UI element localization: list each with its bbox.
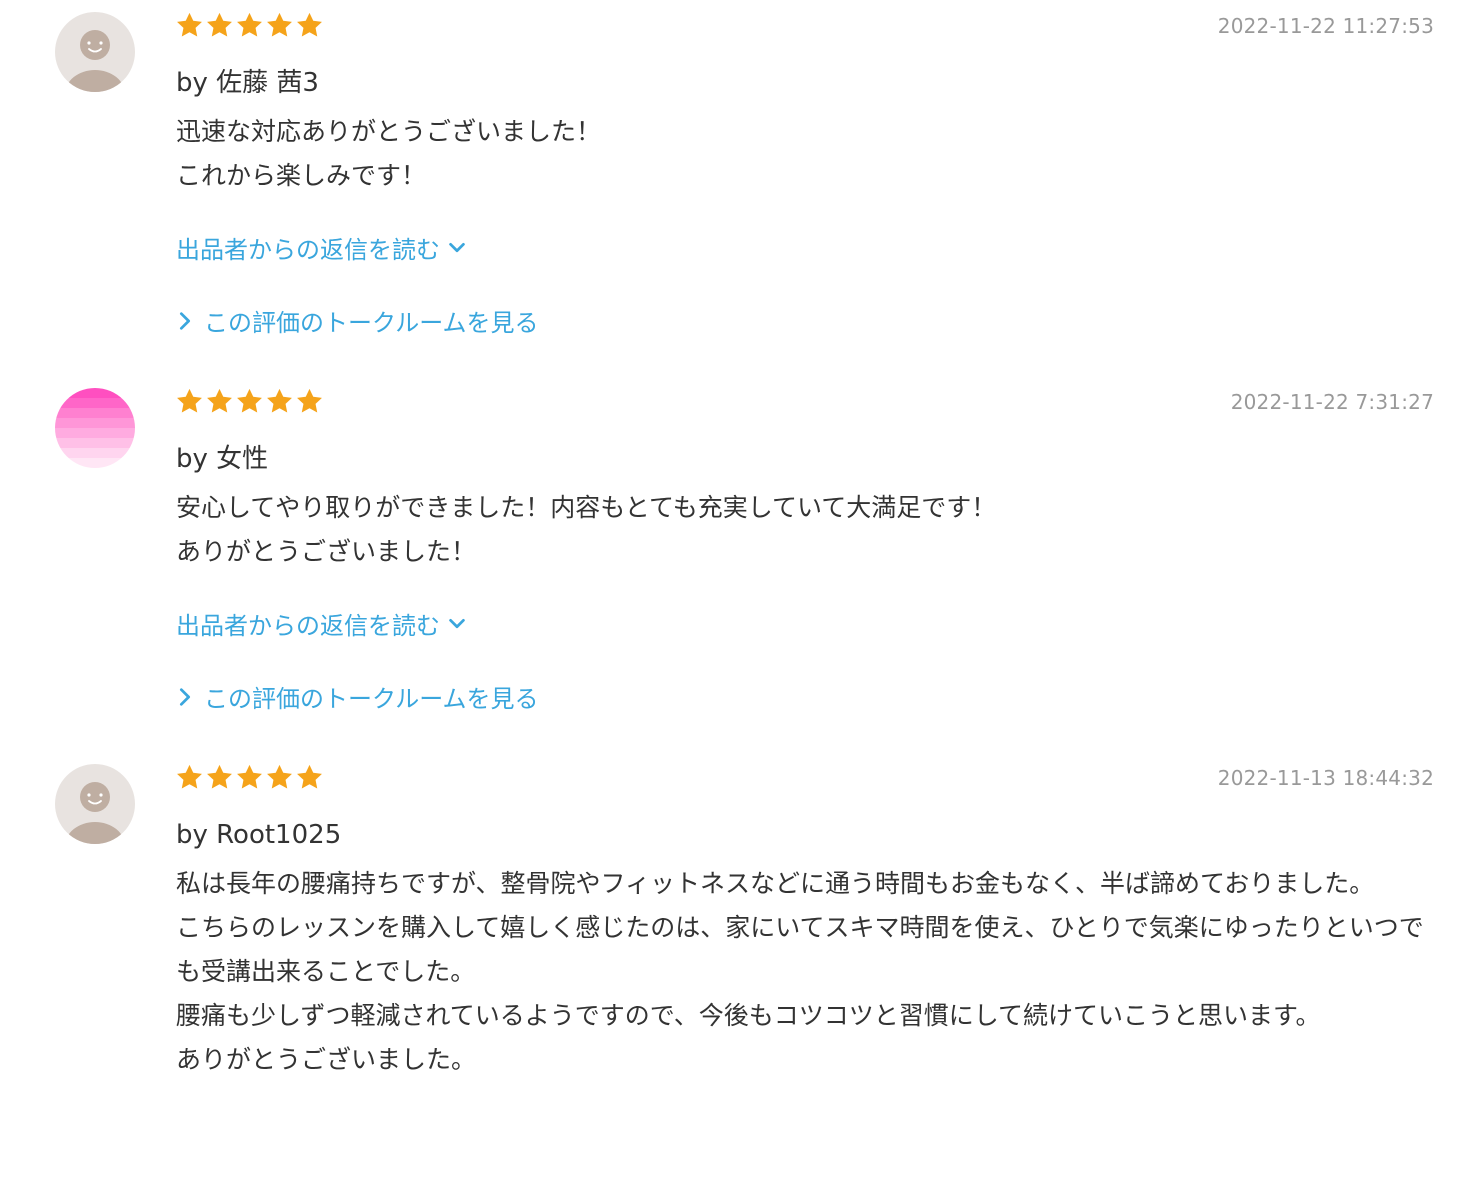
chevron-down-icon bbox=[449, 242, 465, 252]
read-seller-reply-link[interactable]: 出品者からの返信を読む bbox=[176, 230, 468, 265]
user-avatar[interactable] bbox=[55, 12, 135, 92]
review-body: 安心してやり取りができました！内容もとても充実していて大満足です！ ありがとうご… bbox=[176, 493, 997, 566]
star-icon bbox=[177, 388, 202, 413]
chevron-down-icon bbox=[449, 618, 465, 628]
user-avatar[interactable] bbox=[55, 764, 135, 844]
review-date: 2022-11-22 11:27:53 bbox=[1217, 14, 1434, 38]
read-seller-reply-link[interactable]: 出品者からの返信を読む bbox=[176, 606, 468, 641]
reply-link-label: 出品者からの返信を読む bbox=[176, 612, 440, 640]
default-face-avatar-icon bbox=[55, 764, 135, 844]
review-body: 私は長年の腰痛持ちですが、整骨院やフィットネスなどに通う時間もお金もなく、半ば諦… bbox=[176, 869, 1424, 1074]
view-talkroom-link[interactable]: この評価のトークルームを見る bbox=[176, 679, 539, 714]
star-rating bbox=[175, 11, 324, 40]
star-icon bbox=[237, 12, 262, 37]
star-icon bbox=[177, 12, 202, 37]
star-icon bbox=[207, 764, 232, 789]
star-icon bbox=[267, 388, 292, 413]
review-author: by Root1025 bbox=[176, 820, 342, 850]
star-icon bbox=[297, 12, 322, 37]
review-author: by 佐藤 茜3 bbox=[176, 68, 319, 98]
star-rating bbox=[175, 763, 324, 792]
review-date: 2022-11-13 18:44:32 bbox=[1217, 766, 1434, 790]
talk-link-label: この評価のトークルームを見る bbox=[204, 685, 539, 713]
star-icon bbox=[297, 388, 322, 413]
default-face-avatar-icon bbox=[55, 12, 135, 92]
star-icon bbox=[297, 764, 322, 789]
star-icon bbox=[177, 764, 202, 789]
star-icon bbox=[207, 388, 232, 413]
review-body: 迅速な対応ありがとうございました！ これから楽しみです！ bbox=[176, 117, 602, 190]
view-talkroom-link[interactable]: この評価のトークルームを見る bbox=[176, 303, 539, 338]
talk-link-label: この評価のトークルームを見る bbox=[204, 309, 539, 337]
star-icon bbox=[207, 12, 232, 37]
star-icon bbox=[237, 388, 262, 413]
chevron-right-icon bbox=[179, 687, 191, 706]
pink-gradient-avatar-icon bbox=[55, 388, 135, 468]
review-date: 2022-11-22 7:31:27 bbox=[1230, 390, 1434, 414]
star-icon bbox=[267, 764, 292, 789]
reply-link-label: 出品者からの返信を読む bbox=[176, 236, 440, 264]
star-icon bbox=[237, 764, 262, 789]
review-author: by 女性 bbox=[176, 444, 269, 474]
user-avatar[interactable] bbox=[55, 388, 135, 468]
star-icon bbox=[267, 12, 292, 37]
chevron-right-icon bbox=[179, 311, 191, 330]
star-rating bbox=[175, 387, 324, 416]
